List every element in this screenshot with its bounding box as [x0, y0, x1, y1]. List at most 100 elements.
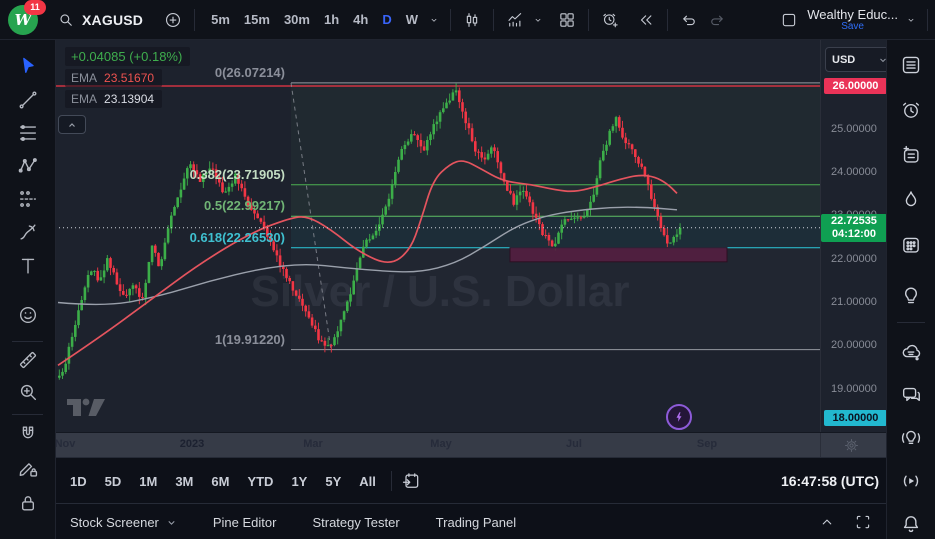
price-tick: 22.00000 — [831, 253, 877, 265]
price-change: +0.04085 (+0.18%) — [65, 47, 190, 66]
chart-style-icon[interactable] — [458, 6, 486, 34]
tradingview-logo-icon[interactable] — [66, 394, 106, 420]
ruler-icon[interactable] — [15, 347, 41, 373]
text-icon[interactable] — [15, 253, 41, 279]
top-toolbar: W 11 XAGUSD 5m15m30m1h4hDW Wealthy Educ.… — [0, 0, 935, 40]
divider — [450, 9, 451, 31]
range-1D[interactable]: 1D — [61, 474, 96, 489]
legend: +0.04085 (+0.18%) EMA 23.51670 EMA 23.13… — [65, 47, 190, 111]
panel-tabs: Stock Screener Pine Editor Strategy Tester… — [55, 515, 537, 530]
range-1M[interactable]: 1M — [130, 474, 166, 489]
fib-level-label: 1(19.91220) — [215, 332, 285, 347]
range-1Y[interactable]: 1Y — [282, 474, 316, 489]
ema-row-1[interactable]: EMA 23.51670 — [65, 69, 162, 87]
timeframe-chevron-icon[interactable] — [425, 6, 443, 34]
divider — [927, 9, 928, 31]
tab-stock-screener[interactable]: Stock Screener — [70, 515, 177, 530]
price-axis[interactable]: USD 25.0000024.0000023.0000022.0000021.0… — [820, 39, 887, 432]
save-link[interactable]: Save — [841, 21, 864, 32]
range-5D[interactable]: 5D — [96, 474, 131, 489]
indicators-chevron-icon[interactable] — [529, 6, 547, 34]
axis-corner-divider — [820, 433, 821, 458]
layout-chevron-icon[interactable] — [902, 6, 920, 34]
event-lightning-icon[interactable] — [666, 404, 692, 430]
search-icon — [56, 6, 76, 34]
chevron-down-icon — [166, 517, 177, 528]
lock-all-icon[interactable] — [15, 490, 41, 516]
timeframe-list: 5m15m30m1h4hDW — [204, 7, 425, 33]
trend-line-icon[interactable] — [15, 87, 41, 113]
drawing-lock-icon[interactable] — [15, 455, 41, 481]
streams-icon[interactable] — [898, 425, 924, 451]
bar-replay-icon[interactable] — [632, 6, 660, 34]
range-All[interactable]: All — [350, 474, 385, 489]
timeframe-D[interactable]: D — [375, 7, 398, 33]
zoom-in-icon[interactable] — [15, 379, 41, 405]
fib-retracement-icon[interactable] — [15, 120, 41, 146]
save-layout-icon[interactable] — [775, 6, 803, 34]
ema-label: EMA — [71, 92, 97, 106]
live-icon[interactable] — [898, 468, 924, 494]
panel-fullscreen-icon[interactable] — [851, 510, 875, 534]
notifications-icon[interactable] — [898, 511, 924, 537]
chart-region: Silver / U.S. Dollar +0.04085 (+0.18%) E… — [55, 39, 887, 539]
alert-add-icon[interactable] — [596, 6, 624, 34]
ideas-icon[interactable] — [898, 282, 924, 308]
tab-trading-panel[interactable]: Trading Panel — [436, 515, 516, 530]
account-menu[interactable]: W 11 — [8, 3, 42, 37]
brush-icon[interactable] — [15, 219, 41, 245]
fib-level-label: 0.5(22.99217) — [204, 198, 285, 213]
timeframe-30m[interactable]: 30m — [277, 7, 317, 33]
timeframe-15m[interactable]: 15m — [237, 7, 277, 33]
go-to-date-icon[interactable] — [398, 468, 424, 494]
bottom-panel-tabs: Stock Screener Pine Editor Strategy Tester… — [55, 503, 887, 539]
time-tick: Mar — [303, 438, 323, 450]
range-toolbar: 1D5D1M3M6MYTD1Y5YAll 16:47:58 (UTC) — [55, 457, 887, 504]
alerts-icon[interactable] — [898, 97, 924, 123]
timeframe-1h[interactable]: 1h — [317, 7, 346, 33]
magnet-icon[interactable] — [15, 421, 41, 447]
bar-countdown: 04:12:00 — [832, 228, 876, 241]
layout-grid-icon[interactable] — [553, 6, 581, 34]
divider — [667, 9, 668, 31]
time-tick: Sep — [697, 438, 717, 450]
redo-icon[interactable] — [703, 6, 731, 34]
hotlists-icon[interactable] — [898, 187, 924, 213]
fib-level-label: 0(26.07214) — [215, 65, 285, 80]
cursor-icon[interactable] — [15, 53, 41, 79]
symbol-search[interactable]: XAGUSD — [56, 6, 143, 34]
emoji-icon[interactable] — [15, 302, 41, 328]
ema-row-2[interactable]: EMA 23.13904 — [65, 90, 162, 108]
currency-dropdown[interactable]: USD — [825, 47, 887, 72]
range-5Y[interactable]: 5Y — [316, 474, 350, 489]
range-3M[interactable]: 3M — [166, 474, 202, 489]
compare-add-icon[interactable] — [159, 6, 187, 34]
chat-icon[interactable] — [898, 382, 924, 408]
timeframe-4h[interactable]: 4h — [346, 7, 375, 33]
news-icon[interactable] — [898, 142, 924, 168]
chart-plot[interactable]: Silver / U.S. Dollar +0.04085 (+0.18%) E… — [55, 39, 820, 432]
notification-badge: 11 — [24, 0, 46, 15]
timeframe-W[interactable]: W — [399, 7, 425, 33]
xabcd-pattern-icon[interactable] — [15, 153, 41, 179]
fib-level-label: 0.382(23.71905) — [190, 167, 285, 182]
tab-strategy-tester[interactable]: Strategy Tester — [312, 515, 399, 530]
ema-value: 23.51670 — [104, 71, 154, 85]
range-6M[interactable]: 6M — [202, 474, 238, 489]
watchlist-icon[interactable] — [898, 52, 924, 78]
timeframe-5m[interactable]: 5m — [204, 7, 237, 33]
tab-pine-editor[interactable]: Pine Editor — [213, 515, 277, 530]
range-YTD[interactable]: YTD — [238, 474, 282, 489]
layout-title-block[interactable]: Wealthy Educ... Save — [807, 8, 898, 32]
axis-settings-gear-icon[interactable] — [842, 436, 861, 455]
undo-icon[interactable] — [675, 6, 703, 34]
projection-icon[interactable] — [15, 186, 41, 212]
indicators-icon[interactable] — [501, 6, 529, 34]
legend-collapse-button[interactable] — [58, 115, 86, 134]
panel-collapse-icon[interactable] — [815, 510, 839, 534]
clock: 16:47:58 (UTC) — [781, 473, 879, 489]
time-axis[interactable]: Nov2023MarMayJulSep — [55, 432, 887, 458]
minds-icon[interactable] — [898, 339, 924, 365]
last-price: 22.72535 — [831, 215, 877, 228]
calendar-icon[interactable] — [898, 232, 924, 258]
